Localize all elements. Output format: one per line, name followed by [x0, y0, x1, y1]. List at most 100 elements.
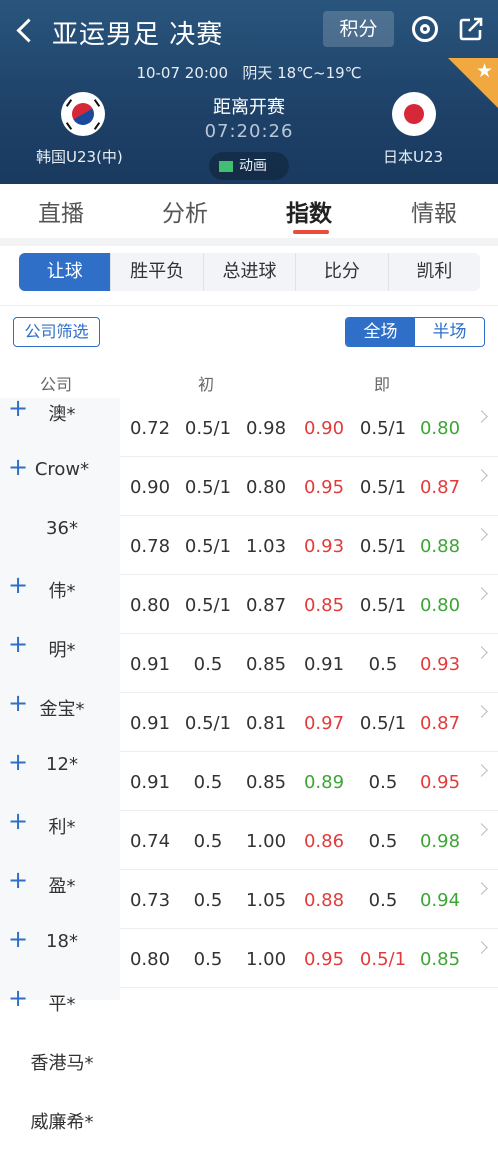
segment-score[interactable]: 比分: [296, 253, 389, 291]
odds-cell: 0.80: [419, 595, 461, 616]
odds-cell: 0.5/1: [184, 418, 232, 439]
segment-total-goals[interactable]: 总进球: [204, 253, 297, 291]
odds-cell: 0.85: [245, 772, 287, 793]
tab-odds[interactable]: 指数: [286, 194, 332, 228]
odds-cell: 0.5/1: [184, 595, 232, 616]
company-filter-button[interactable]: 公司筛选: [13, 317, 100, 347]
chevron-right-icon[interactable]: [475, 882, 488, 895]
chevron-right-icon[interactable]: [475, 941, 488, 954]
odds-cell: 0.5: [193, 949, 223, 970]
countdown: 07:20:26: [204, 121, 294, 142]
table-row[interactable]: + 澳* 0.72 0.5/1 0.98 0.90 0.5/1 0.80: [0, 394, 498, 457]
company-name: Crow*: [34, 459, 90, 480]
odds-cell: 0.85: [303, 595, 345, 616]
company-name: 18*: [46, 931, 78, 952]
odds-cell: 0.5: [193, 890, 223, 911]
match-datetime: 10-07 20:00 阴天 18℃~19℃: [136, 64, 362, 82]
tab-analysis[interactable]: 分析: [162, 194, 208, 228]
company-name: 威廉希*: [30, 1112, 94, 1133]
chevron-right-icon[interactable]: [475, 469, 488, 482]
odds-cell: 0.88: [419, 536, 461, 557]
odds-type-selector: 让球 胜平负 总进球 比分 凯利: [19, 253, 480, 291]
table-row[interactable]: + 盈* 0.73 0.5 1.05 0.88 0.5 0.94: [0, 866, 498, 929]
table-row[interactable]: + 金宝* 0.91 0.5/1 0.81 0.97 0.5/1 0.87: [0, 689, 498, 752]
odds-cell: 0.78: [129, 536, 171, 557]
company-name: 平*: [48, 994, 76, 1015]
odds-cell: 0.81: [245, 713, 287, 734]
odds-cell: 0.74: [129, 831, 171, 852]
odds-cell: 0.5/1: [184, 713, 232, 734]
standings-button[interactable]: 积分: [323, 11, 394, 47]
odds-cell: 0.98: [245, 418, 287, 439]
odds-cell: 0.5: [368, 890, 398, 911]
odds-cell: 0.80: [245, 477, 287, 498]
odds-cell: 0.5/1: [184, 536, 232, 557]
odds-cell: 0.87: [419, 713, 461, 734]
share-icon[interactable]: [458, 16, 484, 42]
half-time-button[interactable]: 半场: [415, 318, 484, 346]
odds-cell: 0.5: [193, 772, 223, 793]
odds-cell: 0.91: [129, 713, 171, 734]
chevron-right-icon[interactable]: [475, 705, 488, 718]
chevron-right-icon[interactable]: [475, 528, 488, 541]
segment-kelly[interactable]: 凯利: [389, 253, 480, 291]
odds-cell: 0.87: [245, 595, 287, 616]
weather: 阴天 18℃~19℃: [242, 64, 362, 82]
company-name: 12*: [46, 754, 78, 775]
segment-1x2[interactable]: 胜平负: [111, 253, 204, 291]
section-divider: [0, 238, 498, 246]
odds-cell: 0.80: [129, 949, 171, 970]
chevron-right-icon[interactable]: [475, 587, 488, 600]
odds-cell: 0.93: [419, 654, 461, 675]
period-toggle: 全场 半场: [345, 317, 485, 347]
odds-cell: 0.85: [245, 654, 287, 675]
odds-cell: 0.95: [419, 772, 461, 793]
table-row[interactable]: 36* 0.78 0.5/1 1.03 0.93 0.5/1 0.88: [0, 516, 498, 575]
table-row[interactable]: + 利* 0.74 0.5 1.00 0.86 0.5 0.98: [0, 807, 498, 870]
odds-cell: 0.94: [419, 890, 461, 911]
tab-indicator: [293, 230, 329, 234]
chevron-right-icon[interactable]: [475, 764, 488, 777]
odds-cell: 0.5: [193, 654, 223, 675]
home-team[interactable]: 韩国U23(中): [36, 146, 123, 167]
tab-live[interactable]: 直播: [38, 194, 84, 228]
odds-cell: 0.93: [303, 536, 345, 557]
tab-info[interactable]: 情報: [411, 194, 457, 228]
odds-cell: 0.5/1: [359, 713, 407, 734]
table-row[interactable]: +12* 0.91 0.5 0.85 0.89 0.5 0.95: [0, 748, 498, 811]
tab-bar: 直播 分析 指数 情報: [0, 184, 498, 238]
target-icon[interactable]: [412, 16, 438, 42]
odds-cell: 1.00: [245, 831, 287, 852]
back-icon[interactable]: [12, 10, 42, 50]
divider: [0, 305, 498, 306]
segment-handicap[interactable]: 让球: [19, 253, 112, 291]
chevron-right-icon[interactable]: [475, 410, 488, 423]
table-row[interactable]: + Crow* 0.90 0.5/1 0.80 0.95 0.5/1 0.87: [0, 453, 498, 516]
table-row[interactable]: +18* 0.80 0.5 1.00 0.95 0.5/1 0.85: [0, 925, 498, 988]
odds-cell: 0.95: [303, 949, 345, 970]
company-name: 金宝*: [39, 699, 85, 720]
full-time-button[interactable]: 全场: [346, 318, 415, 346]
odds-cell: 0.91: [303, 654, 345, 675]
odds-cell: 0.91: [129, 654, 171, 675]
odds-cell: 0.5/1: [359, 418, 407, 439]
animation-button[interactable]: 动画: [209, 152, 289, 180]
odds-cell: 0.80: [129, 595, 171, 616]
table-row[interactable]: + 明* 0.91 0.5 0.85 0.91 0.5 0.93: [0, 630, 498, 693]
company-name: 明*: [48, 640, 76, 661]
table-row[interactable]: 香港马*: [0, 1047, 498, 1106]
table-row[interactable]: 威廉希*: [0, 1106, 498, 1165]
odds-cell: 0.91: [129, 772, 171, 793]
odds-cell: 0.90: [129, 477, 171, 498]
odds-cell: 0.5: [368, 831, 398, 852]
chevron-right-icon[interactable]: [475, 646, 488, 659]
odds-cell: 0.95: [303, 477, 345, 498]
away-team[interactable]: 日本U23: [383, 146, 443, 167]
company-name: 澳*: [48, 404, 76, 425]
chevron-right-icon[interactable]: [475, 823, 488, 836]
odds-cell: 0.73: [129, 890, 171, 911]
table-row[interactable]: + 平*: [0, 984, 498, 1047]
table-row[interactable]: + 伟* 0.80 0.5/1 0.87 0.85 0.5/1 0.80: [0, 571, 498, 634]
kickoff-label: 距离开赛: [213, 97, 285, 118]
company-name: 36*: [46, 518, 78, 539]
